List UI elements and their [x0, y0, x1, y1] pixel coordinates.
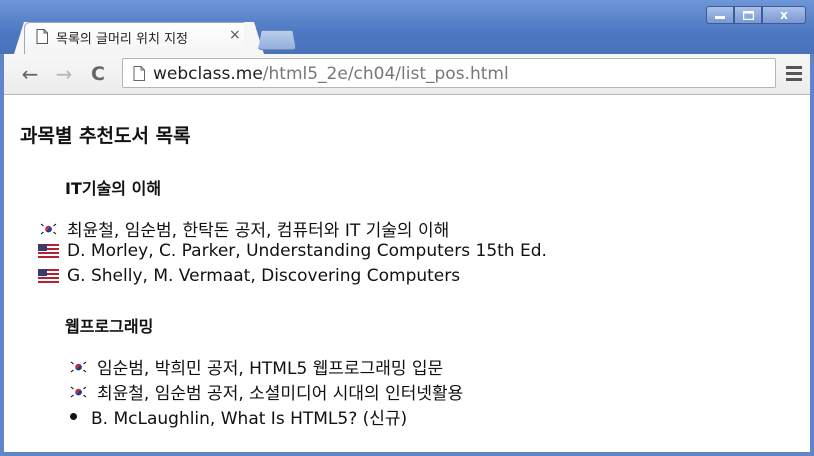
- page-icon: [133, 66, 145, 81]
- list-item: G. Shelly, M. Vermaat, Discovering Compu…: [38, 266, 460, 286]
- page-title: 과목별 추천도서 목록: [20, 125, 191, 147]
- korea-flag-icon: [38, 221, 59, 236]
- address-bar[interactable]: webclass.me/html5_2e/ch04/list_pos.html: [122, 58, 776, 88]
- reload-button[interactable]: C: [86, 63, 110, 85]
- close-window-button[interactable]: x: [762, 6, 806, 24]
- list-item: 최윤철, 임순범, 한탁돈 공저, 컴퓨터와 IT 기술의 이해: [38, 216, 449, 241]
- list-item-text: 임순범, 박희민 공저, HTML5 웹프로그래밍 입문: [97, 359, 444, 379]
- list-item: D. Morley, C. Parker, Understanding Comp…: [38, 241, 547, 261]
- list-item: 임순범, 박희민 공저, HTML5 웹프로그래밍 입문: [68, 354, 443, 379]
- new-tab-button[interactable]: [258, 30, 296, 50]
- list-item-text: B. McLaughlin, What Is HTML5? (신규): [91, 409, 408, 429]
- section-heading: IT기술의 이해: [65, 179, 162, 198]
- forward-arrow-icon: →: [55, 62, 73, 86]
- tab-close-icon[interactable]: ×: [229, 27, 241, 43]
- us-flag-icon: [38, 269, 59, 283]
- url-host: webclass.me: [153, 64, 263, 84]
- list-item-text: 최윤철, 임순범 공저, 소셜미디어 시대의 인터넷활용: [97, 384, 464, 404]
- bullet-icon: [70, 413, 77, 420]
- reload-icon: C: [91, 63, 105, 85]
- korea-flag-icon: [68, 384, 89, 399]
- korea-flag-icon: [68, 359, 89, 374]
- back-arrow-icon: ←: [21, 62, 39, 86]
- close-icon: x: [780, 8, 788, 22]
- maximize-icon: [742, 10, 754, 20]
- maximize-button[interactable]: [734, 6, 762, 24]
- window-controls: x: [706, 6, 806, 24]
- minimize-button[interactable]: [706, 6, 734, 24]
- list-item: B. McLaughlin, What Is HTML5? (신규): [68, 404, 407, 429]
- page-icon: [36, 29, 48, 44]
- url-text[interactable]: webclass.me/html5_2e/ch04/list_pos.html: [153, 64, 509, 84]
- section-heading: 웹프로그래밍: [65, 317, 154, 336]
- list-item-text: G. Shelly, M. Vermaat, Discovering Compu…: [67, 266, 461, 286]
- us-flag-icon: [38, 244, 59, 258]
- list-item-text: 최윤철, 임순범, 한탁돈 공저, 컴퓨터와 IT 기술의 이해: [67, 221, 450, 241]
- list-item: 최윤철, 임순범 공저, 소셜미디어 시대의 인터넷활용: [68, 379, 463, 404]
- url-path: /html5_2e/ch04/list_pos.html: [262, 64, 509, 84]
- minimize-icon: [715, 16, 725, 19]
- list-item-text: D. Morley, C. Parker, Understanding Comp…: [67, 241, 547, 261]
- tab-title[interactable]: 목록의 글머리 위치 지정: [56, 28, 188, 47]
- back-button[interactable]: ←: [18, 63, 42, 85]
- menu-icon[interactable]: [786, 66, 802, 84]
- forward-button[interactable]: →: [52, 63, 76, 85]
- browser-toolbar: ← → C webclass.me/html5_2e/ch04/list_pos…: [4, 54, 810, 95]
- page-content: 과목별 추천도서 목록 IT기술의 이해 최윤철, 임순범, 한탁돈 공저, 컴…: [4, 95, 810, 452]
